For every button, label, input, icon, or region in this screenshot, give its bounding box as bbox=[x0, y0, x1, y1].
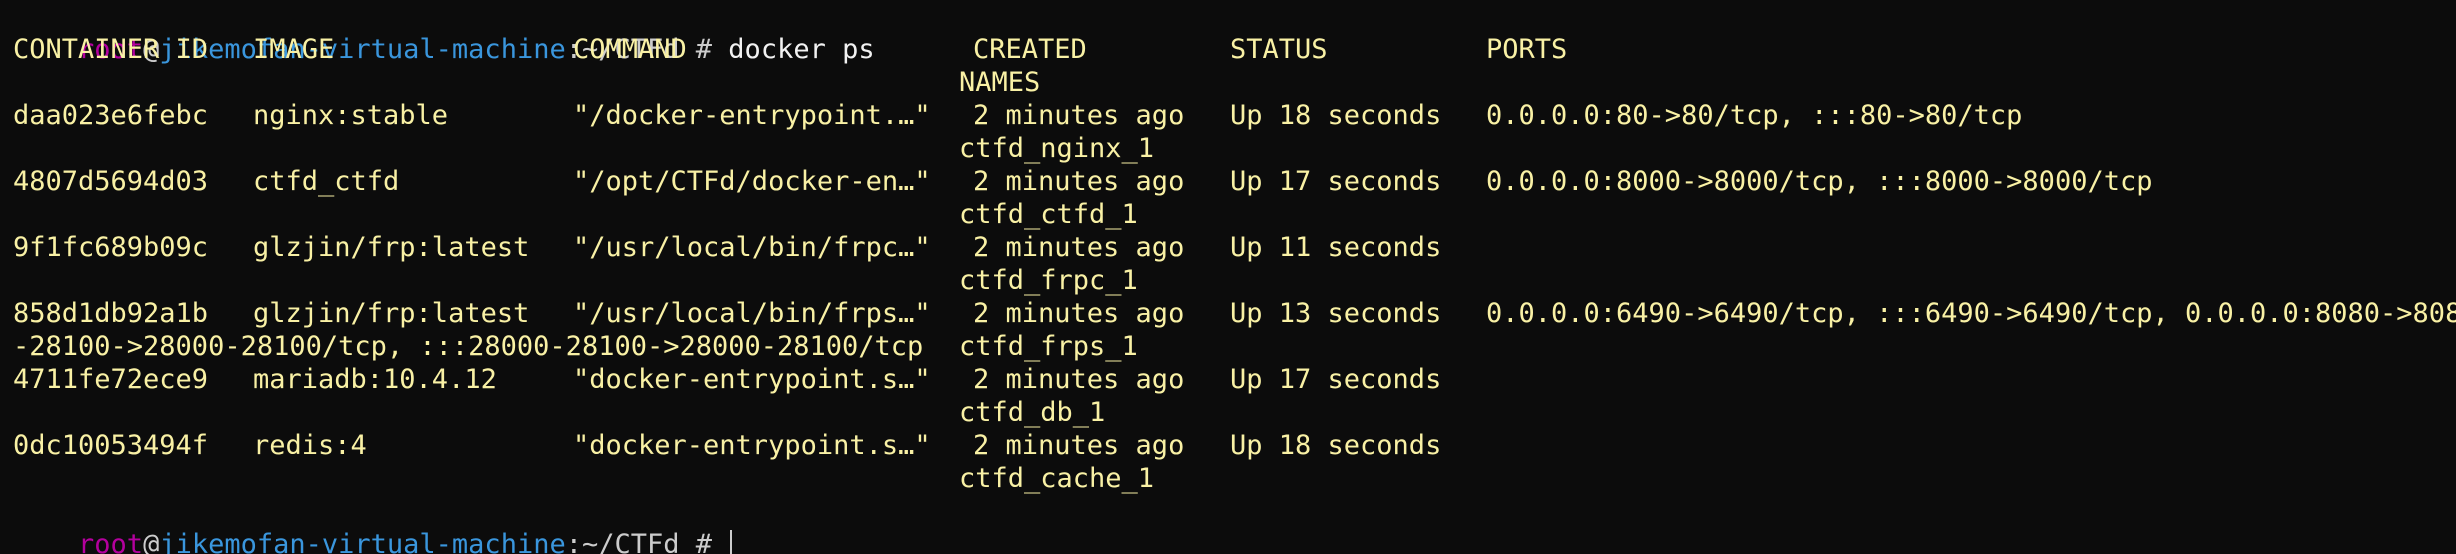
created: 2 minutes ago bbox=[973, 430, 1185, 461]
container-name: ctfd_cache_1 bbox=[959, 463, 1155, 494]
table-row: 4807d5694d03 ctfd_ctfd "/opt/CTFd/docker… bbox=[13, 165, 2456, 198]
status: Up 17 seconds bbox=[1230, 166, 1442, 197]
container-id: daa023e6febc bbox=[13, 100, 209, 131]
container-id: 4711fe72ece9 bbox=[13, 364, 209, 395]
ports: 0.0.0.0:6490->6490/tcp, :::6490->6490/tc… bbox=[1486, 298, 2456, 329]
header-status: STATUS bbox=[1230, 34, 1328, 65]
status: Up 18 seconds bbox=[1230, 430, 1442, 461]
command: "/opt/CTFd/docker-en…" bbox=[573, 166, 931, 197]
created: 2 minutes ago bbox=[973, 232, 1185, 263]
table-row-names: ctfd_nginx_1 bbox=[13, 132, 2456, 165]
created: 2 minutes ago bbox=[973, 364, 1185, 395]
command: "/usr/local/bin/frps…" bbox=[573, 298, 931, 329]
command: "docker-entrypoint.s…" bbox=[573, 364, 931, 395]
table-row-names: ctfd_frpc_1 bbox=[13, 264, 2456, 297]
table-row-names: ctfd_ctfd_1 bbox=[13, 198, 2456, 231]
table-row-names: ctfd_db_1 bbox=[13, 396, 2456, 429]
prompt-host: jikemofan-virtual-machine bbox=[159, 529, 566, 554]
command: "docker-entrypoint.s…" bbox=[573, 430, 931, 461]
container-id: 858d1db92a1b bbox=[13, 298, 209, 329]
table-row-names: ctfd_cache_1 bbox=[13, 462, 2456, 495]
status: Up 11 seconds bbox=[1230, 232, 1442, 263]
created: 2 minutes ago bbox=[973, 298, 1185, 329]
table-row: 4711fe72ece9 mariadb:10.4.12 "docker-ent… bbox=[13, 363, 2456, 396]
container-id: 0dc10053494f bbox=[13, 430, 209, 461]
header-image: IMAGE bbox=[253, 34, 335, 65]
ports: 0.0.0.0:8000->8000/tcp, :::8000->8000/tc… bbox=[1486, 166, 2153, 197]
table-row: 858d1db92a1b glzjin/frp:latest "/usr/loc… bbox=[13, 297, 2456, 330]
container-name: ctfd_db_1 bbox=[959, 397, 1106, 428]
container-id: 9f1fc689b09c bbox=[13, 232, 209, 263]
image: redis:4 bbox=[253, 430, 367, 461]
table-row: daa023e6febc nginx:stable "/docker-entry… bbox=[13, 99, 2456, 132]
table-header-names: NAMES bbox=[13, 66, 2456, 99]
header-container-id: CONTAINER ID bbox=[13, 34, 209, 65]
prompt-at: @ bbox=[143, 529, 160, 554]
status: Up 18 seconds bbox=[1230, 100, 1442, 131]
ports: 0.0.0.0:80->80/tcp, :::80->80/tcp bbox=[1486, 100, 2023, 131]
container-id: 4807d5694d03 bbox=[13, 166, 209, 197]
table-row: 0dc10053494f redis:4 "docker-entrypoint.… bbox=[13, 429, 2456, 462]
container-name: ctfd_frpc_1 bbox=[959, 265, 1138, 296]
prompt-line: root@jikemofan-virtual-machine:~/CTFd # … bbox=[13, 0, 875, 65]
prompt-colon: : bbox=[565, 529, 582, 554]
container-name: ctfd_ctfd_1 bbox=[959, 199, 1138, 230]
header-created: CREATED bbox=[973, 34, 1087, 65]
header-ports: PORTS bbox=[1486, 34, 1568, 65]
container-name: ctfd_frps_1 bbox=[959, 331, 1138, 362]
table-row-names: -28100->28000-28100/tcp, :::28000-28100-… bbox=[13, 330, 2456, 363]
created: 2 minutes ago bbox=[973, 100, 1185, 131]
status: Up 13 seconds bbox=[1230, 298, 1442, 329]
header-names: NAMES bbox=[959, 67, 1041, 98]
image: nginx:stable bbox=[253, 100, 449, 131]
ports-wrap: -28100->28000-28100/tcp, :::28000-28100-… bbox=[13, 331, 924, 362]
prompt-user: root bbox=[78, 529, 144, 554]
prompt-path: ~/CTFd bbox=[581, 529, 680, 554]
command: "/usr/local/bin/frpc…" bbox=[573, 232, 931, 263]
terminal-window[interactable]: root@jikemofan-virtual-machine:~/CTFd # … bbox=[13, 0, 2456, 554]
container-name: ctfd_nginx_1 bbox=[959, 133, 1155, 164]
text-cursor[interactable] bbox=[730, 530, 733, 554]
image: glzjin/frp:latest bbox=[253, 232, 530, 263]
prompt-line-current[interactable]: root@jikemofan-virtual-machine:~/CTFd # bbox=[13, 495, 733, 554]
status: Up 17 seconds bbox=[1230, 364, 1442, 395]
image: glzjin/frp:latest bbox=[253, 298, 530, 329]
image: ctfd_ctfd bbox=[253, 166, 400, 197]
header-command: COMMAND bbox=[573, 34, 687, 65]
prompt-symbol: # bbox=[679, 529, 713, 554]
table-header: CONTAINER ID IMAGE COMMAND CREATED STATU… bbox=[13, 33, 2456, 66]
image: mariadb:10.4.12 bbox=[253, 364, 497, 395]
created: 2 minutes ago bbox=[973, 166, 1185, 197]
table-row: 9f1fc689b09c glzjin/frp:latest "/usr/loc… bbox=[13, 231, 2456, 264]
command: "/docker-entrypoint.…" bbox=[573, 100, 931, 131]
